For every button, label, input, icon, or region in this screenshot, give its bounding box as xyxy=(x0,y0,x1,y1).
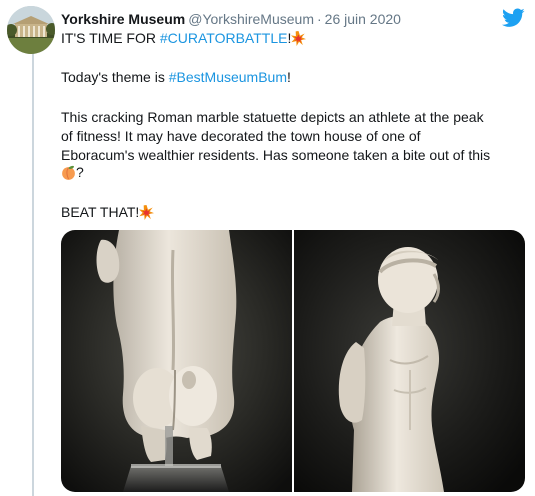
photo-statuette-side[interactable] xyxy=(294,230,525,492)
tweet-body-line3: Eboracum's wealthier residents. Has some… xyxy=(61,147,491,163)
line1-text: IT'S TIME FOR xyxy=(61,30,160,46)
tweet-card: Yorkshire Museum @YorkshireMuseum · 26 juin… xyxy=(0,0,535,496)
header-separator: · xyxy=(316,11,322,27)
tweet-media xyxy=(61,230,525,492)
line2-text: Today's theme is xyxy=(61,69,169,85)
avatar[interactable] xyxy=(7,6,55,54)
hashtag-curatorbattle[interactable]: #CURATORBATTLE xyxy=(160,30,288,46)
tweet-body-line2: of fitness! It may have decorated the to… xyxy=(61,128,421,144)
author-name[interactable]: Yorkshire Museum xyxy=(61,11,185,27)
photo-statuette-back[interactable] xyxy=(61,230,292,492)
thread-line xyxy=(32,52,34,496)
twitter-bird-icon[interactable] xyxy=(502,8,525,28)
author-handle[interactable]: @YorkshireMuseum xyxy=(188,11,314,27)
collision-icon xyxy=(139,205,155,220)
museum-building-icon xyxy=(7,6,55,54)
tweet-body-line4: ? xyxy=(61,163,84,181)
tweet-header: Yorkshire Museum @YorkshireMuseum · 26 juin… xyxy=(61,10,401,28)
line2-suffix: ! xyxy=(287,69,291,85)
collision-icon xyxy=(291,31,307,46)
tweet-text-line2: Today's theme is #BestMuseumBum! xyxy=(61,68,291,86)
closing-text: BEAT THAT! xyxy=(61,204,140,220)
tweet-date[interactable]: 26 juin 2020 xyxy=(325,11,401,27)
tweet-body-line1: This cracking Roman marble statuette dep… xyxy=(61,109,484,125)
hashtag-bestmuseumbum[interactable]: #BestMuseumBum xyxy=(169,69,287,85)
peach-icon xyxy=(62,165,75,180)
tweet-text-line1: IT'S TIME FOR #CURATORBATTLE! xyxy=(61,29,307,47)
body-line4-suffix: ? xyxy=(76,164,84,180)
tweet-closing-line: BEAT THAT! xyxy=(61,203,155,221)
